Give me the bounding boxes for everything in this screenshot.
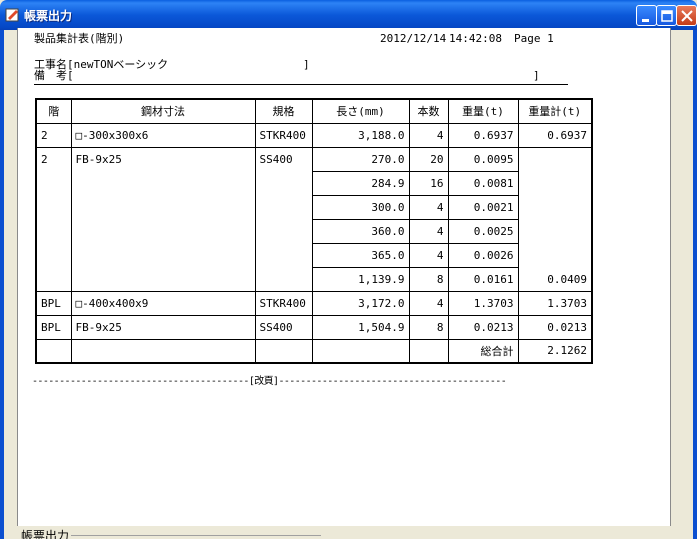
table-header-row: 階 鋼材寸法 規格 長さ(mm) 本数 重量(t) 重量計(t) (35, 98, 593, 124)
cell-length: 365.0 (311, 242, 410, 268)
cell-weight-total: 0.0409 (517, 146, 593, 292)
table-row: BPL □-400x400x9 STKR400 3,172.0 4 1.3703… (35, 290, 593, 316)
report-page-number: Page 1 (514, 32, 554, 45)
window-title: 帳票出力 (24, 9, 73, 23)
column-header-floor: 階 (35, 98, 72, 124)
column-header-count: 本数 (408, 98, 449, 124)
cell-weight: 0.0026 (447, 242, 519, 268)
cell-empty (254, 338, 313, 364)
groupbox-label: 帳票出力 (19, 527, 72, 539)
table-row: 2 FB-9x25 SS400 270.0 20 0.0095 0.0409 (35, 146, 593, 292)
cell-weight-total: 0.6937 (517, 122, 593, 148)
remarks-close: ] (533, 69, 540, 82)
close-button[interactable] (676, 5, 697, 26)
cell-floor: 2 (35, 122, 72, 148)
cell-count: 4 (408, 218, 449, 244)
column-header-weight-total: 重量計(t) (517, 98, 593, 124)
cell-count: 8 (408, 314, 449, 340)
cell-length: 284.9 (311, 170, 410, 196)
cell-size: □-300x300x6 (70, 122, 256, 148)
cell-length: 3,188.0 (311, 122, 410, 148)
cell-weight: 0.0095 (447, 146, 519, 172)
cell-size: FB-9x25 (70, 314, 256, 340)
cell-count: 4 (408, 122, 449, 148)
cell-weight: 0.0021 (447, 194, 519, 220)
cell-floor: 2 (35, 146, 72, 292)
cell-weight: 0.0213 (447, 314, 519, 340)
window-frame-right (693, 30, 697, 539)
maximize-button[interactable] (656, 5, 677, 26)
cell-length: 300.0 (311, 194, 410, 220)
cell-weight-total: 0.0213 (517, 314, 593, 340)
cell-size: FB-9x25 (70, 146, 256, 292)
cell-empty (311, 338, 410, 364)
cell-size: □-400x400x9 (70, 290, 256, 316)
cell-weight-total: 1.3703 (517, 290, 593, 316)
column-header-length: 長さ(mm) (311, 98, 410, 124)
product-summary-table: 階 鋼材寸法 規格 長さ(mm) 本数 重量(t) 重量計(t) 2 □-300… (35, 98, 593, 364)
cell-weight: 1.3703 (447, 290, 519, 316)
cell-length: 3,172.0 (311, 290, 410, 316)
cell-count: 16 (408, 170, 449, 196)
app-icon (5, 8, 19, 22)
cell-floor: BPL (35, 290, 72, 316)
cell-length: 1,504.9 (311, 314, 410, 340)
table-row: BPL FB-9x25 SS400 1,504.9 8 0.0213 0.021… (35, 314, 593, 340)
cell-length: 1,139.9 (311, 266, 410, 292)
minimize-icon (642, 19, 649, 22)
page-break-marker: ----------------------------------------… (32, 376, 507, 387)
column-header-weight: 重量(t) (447, 98, 519, 124)
header-underline (34, 84, 568, 85)
window-frame-left (0, 30, 4, 539)
maximize-icon (661, 10, 673, 22)
column-header-spec: 規格 (254, 98, 313, 124)
cell-spec: SS400 (254, 146, 313, 292)
grand-total-row: 総合計 2.1262 (35, 338, 593, 364)
project-name-close: ] (303, 58, 310, 71)
table-row: 2 □-300x300x6 STKR400 3,188.0 4 0.6937 0… (35, 122, 593, 148)
grand-total-label: 総合計 (447, 338, 519, 364)
cell-count: 8 (408, 266, 449, 292)
minimize-button[interactable] (636, 5, 657, 26)
cell-weight: 0.0161 (447, 266, 519, 292)
cell-spec: SS400 (254, 314, 313, 340)
title-bar[interactable]: 帳票出力 (0, 0, 697, 30)
cell-weight: 0.0081 (447, 170, 519, 196)
cell-empty (408, 338, 449, 364)
report-time: 14:42:08 (449, 32, 502, 45)
cell-spec: STKR400 (254, 290, 313, 316)
report-heading: 製品集計表(階別) (34, 32, 125, 45)
cell-weight: 0.0025 (447, 218, 519, 244)
grand-total-value: 2.1262 (517, 338, 593, 364)
cell-empty (35, 338, 72, 364)
cell-length: 270.0 (311, 146, 410, 172)
cell-count: 4 (408, 194, 449, 220)
column-header-size: 鋼材寸法 (70, 98, 256, 124)
cell-length: 360.0 (311, 218, 410, 244)
cell-empty (70, 338, 256, 364)
cell-count: 20 (408, 146, 449, 172)
cell-count: 4 (408, 242, 449, 268)
report-date: 2012/12/14 (380, 32, 447, 45)
cell-weight: 0.6937 (447, 122, 519, 148)
close-icon (681, 10, 693, 22)
cell-count: 4 (408, 290, 449, 316)
remarks: 備 考[ (34, 69, 74, 82)
cell-spec: STKR400 (254, 122, 313, 148)
cell-floor: BPL (35, 314, 72, 340)
